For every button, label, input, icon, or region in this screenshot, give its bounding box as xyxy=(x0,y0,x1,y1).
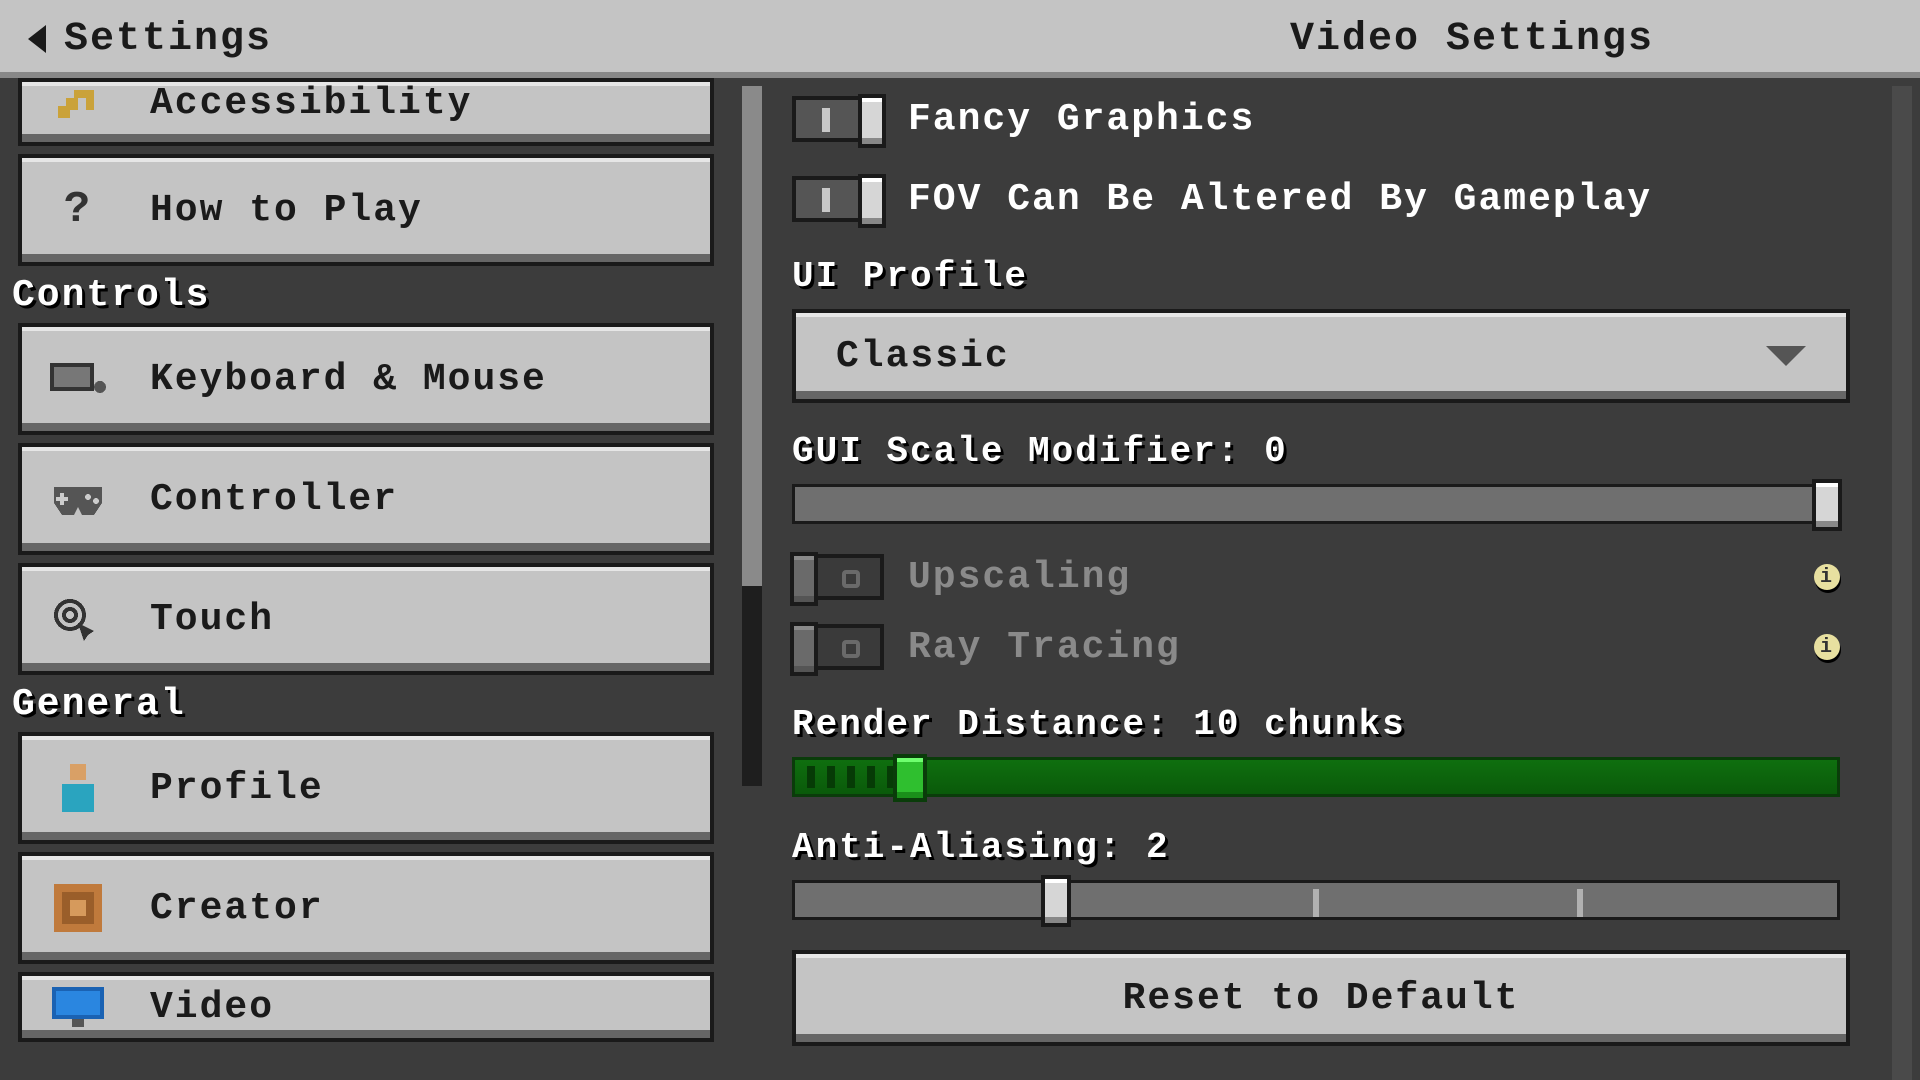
info-icon[interactable]: i xyxy=(1814,634,1840,660)
sidebar-category-general: General xyxy=(12,683,752,726)
setting-fov-gameplay: FOV Can Be Altered By Gameplay xyxy=(792,176,1880,222)
breadcrumb: Settings xyxy=(64,17,272,62)
sidebar-item-label: Profile xyxy=(150,767,324,810)
setting-upscaling: Upscaling i xyxy=(792,554,1880,600)
page-title: Video Settings xyxy=(1290,17,1654,62)
gui-scale-slider[interactable] xyxy=(792,484,1840,524)
chevron-left-icon xyxy=(28,25,46,53)
sidebar-item-how-to-play[interactable]: ? How to Play xyxy=(18,154,714,266)
ray-tracing-toggle xyxy=(792,624,884,670)
fov-gameplay-toggle[interactable] xyxy=(792,176,884,222)
reset-to-default-button[interactable]: Reset to Default xyxy=(792,950,1850,1046)
sidebar-category-controls: Controls xyxy=(12,274,752,317)
key-icon xyxy=(46,82,110,138)
setting-fancy-graphics: Fancy Graphics xyxy=(792,96,1880,142)
render-distance-label: Render Distance: 10 chunks xyxy=(792,704,1880,745)
slider-knob[interactable] xyxy=(1812,479,1842,531)
setting-label: Upscaling xyxy=(908,556,1131,599)
sidebar-scrollbar[interactable] xyxy=(742,86,762,786)
dropdown-value: Classic xyxy=(836,335,1010,378)
ui-profile-label: UI Profile xyxy=(792,256,1880,297)
sidebar-item-controller[interactable]: Controller xyxy=(18,443,714,555)
setting-ray-tracing: Ray Tracing i xyxy=(792,624,1880,670)
sidebar: Accessibility ? How to Play Controls Key… xyxy=(0,78,770,1080)
settings-panel: Fancy Graphics FOV Can Be Altered By Gam… xyxy=(770,78,1920,1080)
sidebar-item-label: How to Play xyxy=(150,189,423,232)
ui-profile-dropdown[interactable]: Classic xyxy=(792,309,1850,403)
sidebar-item-profile[interactable]: Profile xyxy=(18,732,714,844)
sidebar-item-keyboard-mouse[interactable]: Keyboard & Mouse xyxy=(18,323,714,435)
keyboard-icon xyxy=(46,351,110,407)
sidebar-item-label: Touch xyxy=(150,598,274,641)
setting-label: Fancy Graphics xyxy=(908,98,1255,141)
gui-scale-label: GUI Scale Modifier: 0 xyxy=(792,431,1880,472)
sidebar-item-creator[interactable]: Creator xyxy=(18,852,714,964)
sidebar-item-accessibility[interactable]: Accessibility xyxy=(18,78,714,146)
fancy-graphics-toggle[interactable] xyxy=(792,96,884,142)
profile-icon xyxy=(46,760,110,816)
sidebar-item-video[interactable]: Video xyxy=(18,972,714,1042)
slider-knob[interactable] xyxy=(1041,875,1071,927)
slider-marks xyxy=(795,883,1837,917)
sidebar-item-label: Keyboard & Mouse xyxy=(150,358,547,401)
sidebar-item-label: Creator xyxy=(150,887,324,930)
chevron-down-icon xyxy=(1766,346,1806,366)
main-split: Accessibility ? How to Play Controls Key… xyxy=(0,78,1920,1080)
header-bar: Settings Video Settings xyxy=(0,0,1920,78)
button-label: Reset to Default xyxy=(1123,977,1520,1020)
setting-label: FOV Can Be Altered By Gameplay xyxy=(908,178,1652,221)
anti-aliasing-slider[interactable] xyxy=(792,880,1840,920)
sidebar-item-label: Accessibility xyxy=(150,82,472,125)
question-icon: ? xyxy=(46,182,110,238)
sidebar-item-label: Video xyxy=(150,986,274,1029)
slider-knob[interactable] xyxy=(893,754,927,802)
back-button[interactable]: Settings xyxy=(28,17,272,62)
gamepad-icon xyxy=(46,471,110,527)
scrollbar-thumb[interactable] xyxy=(742,86,762,586)
slider-ticks xyxy=(795,760,1837,794)
upscaling-toggle xyxy=(792,554,884,600)
render-distance-slider[interactable] xyxy=(792,757,1840,797)
command-block-icon xyxy=(46,880,110,936)
info-icon[interactable]: i xyxy=(1814,564,1840,590)
sidebar-item-touch[interactable]: Touch xyxy=(18,563,714,675)
content-scrollbar[interactable] xyxy=(1892,86,1912,1080)
anti-aliasing-label: Anti-Aliasing: 2 xyxy=(792,827,1880,868)
setting-label: Ray Tracing xyxy=(908,626,1181,669)
touch-icon xyxy=(46,591,110,647)
monitor-icon xyxy=(46,979,110,1035)
sidebar-item-label: Controller xyxy=(150,478,398,521)
